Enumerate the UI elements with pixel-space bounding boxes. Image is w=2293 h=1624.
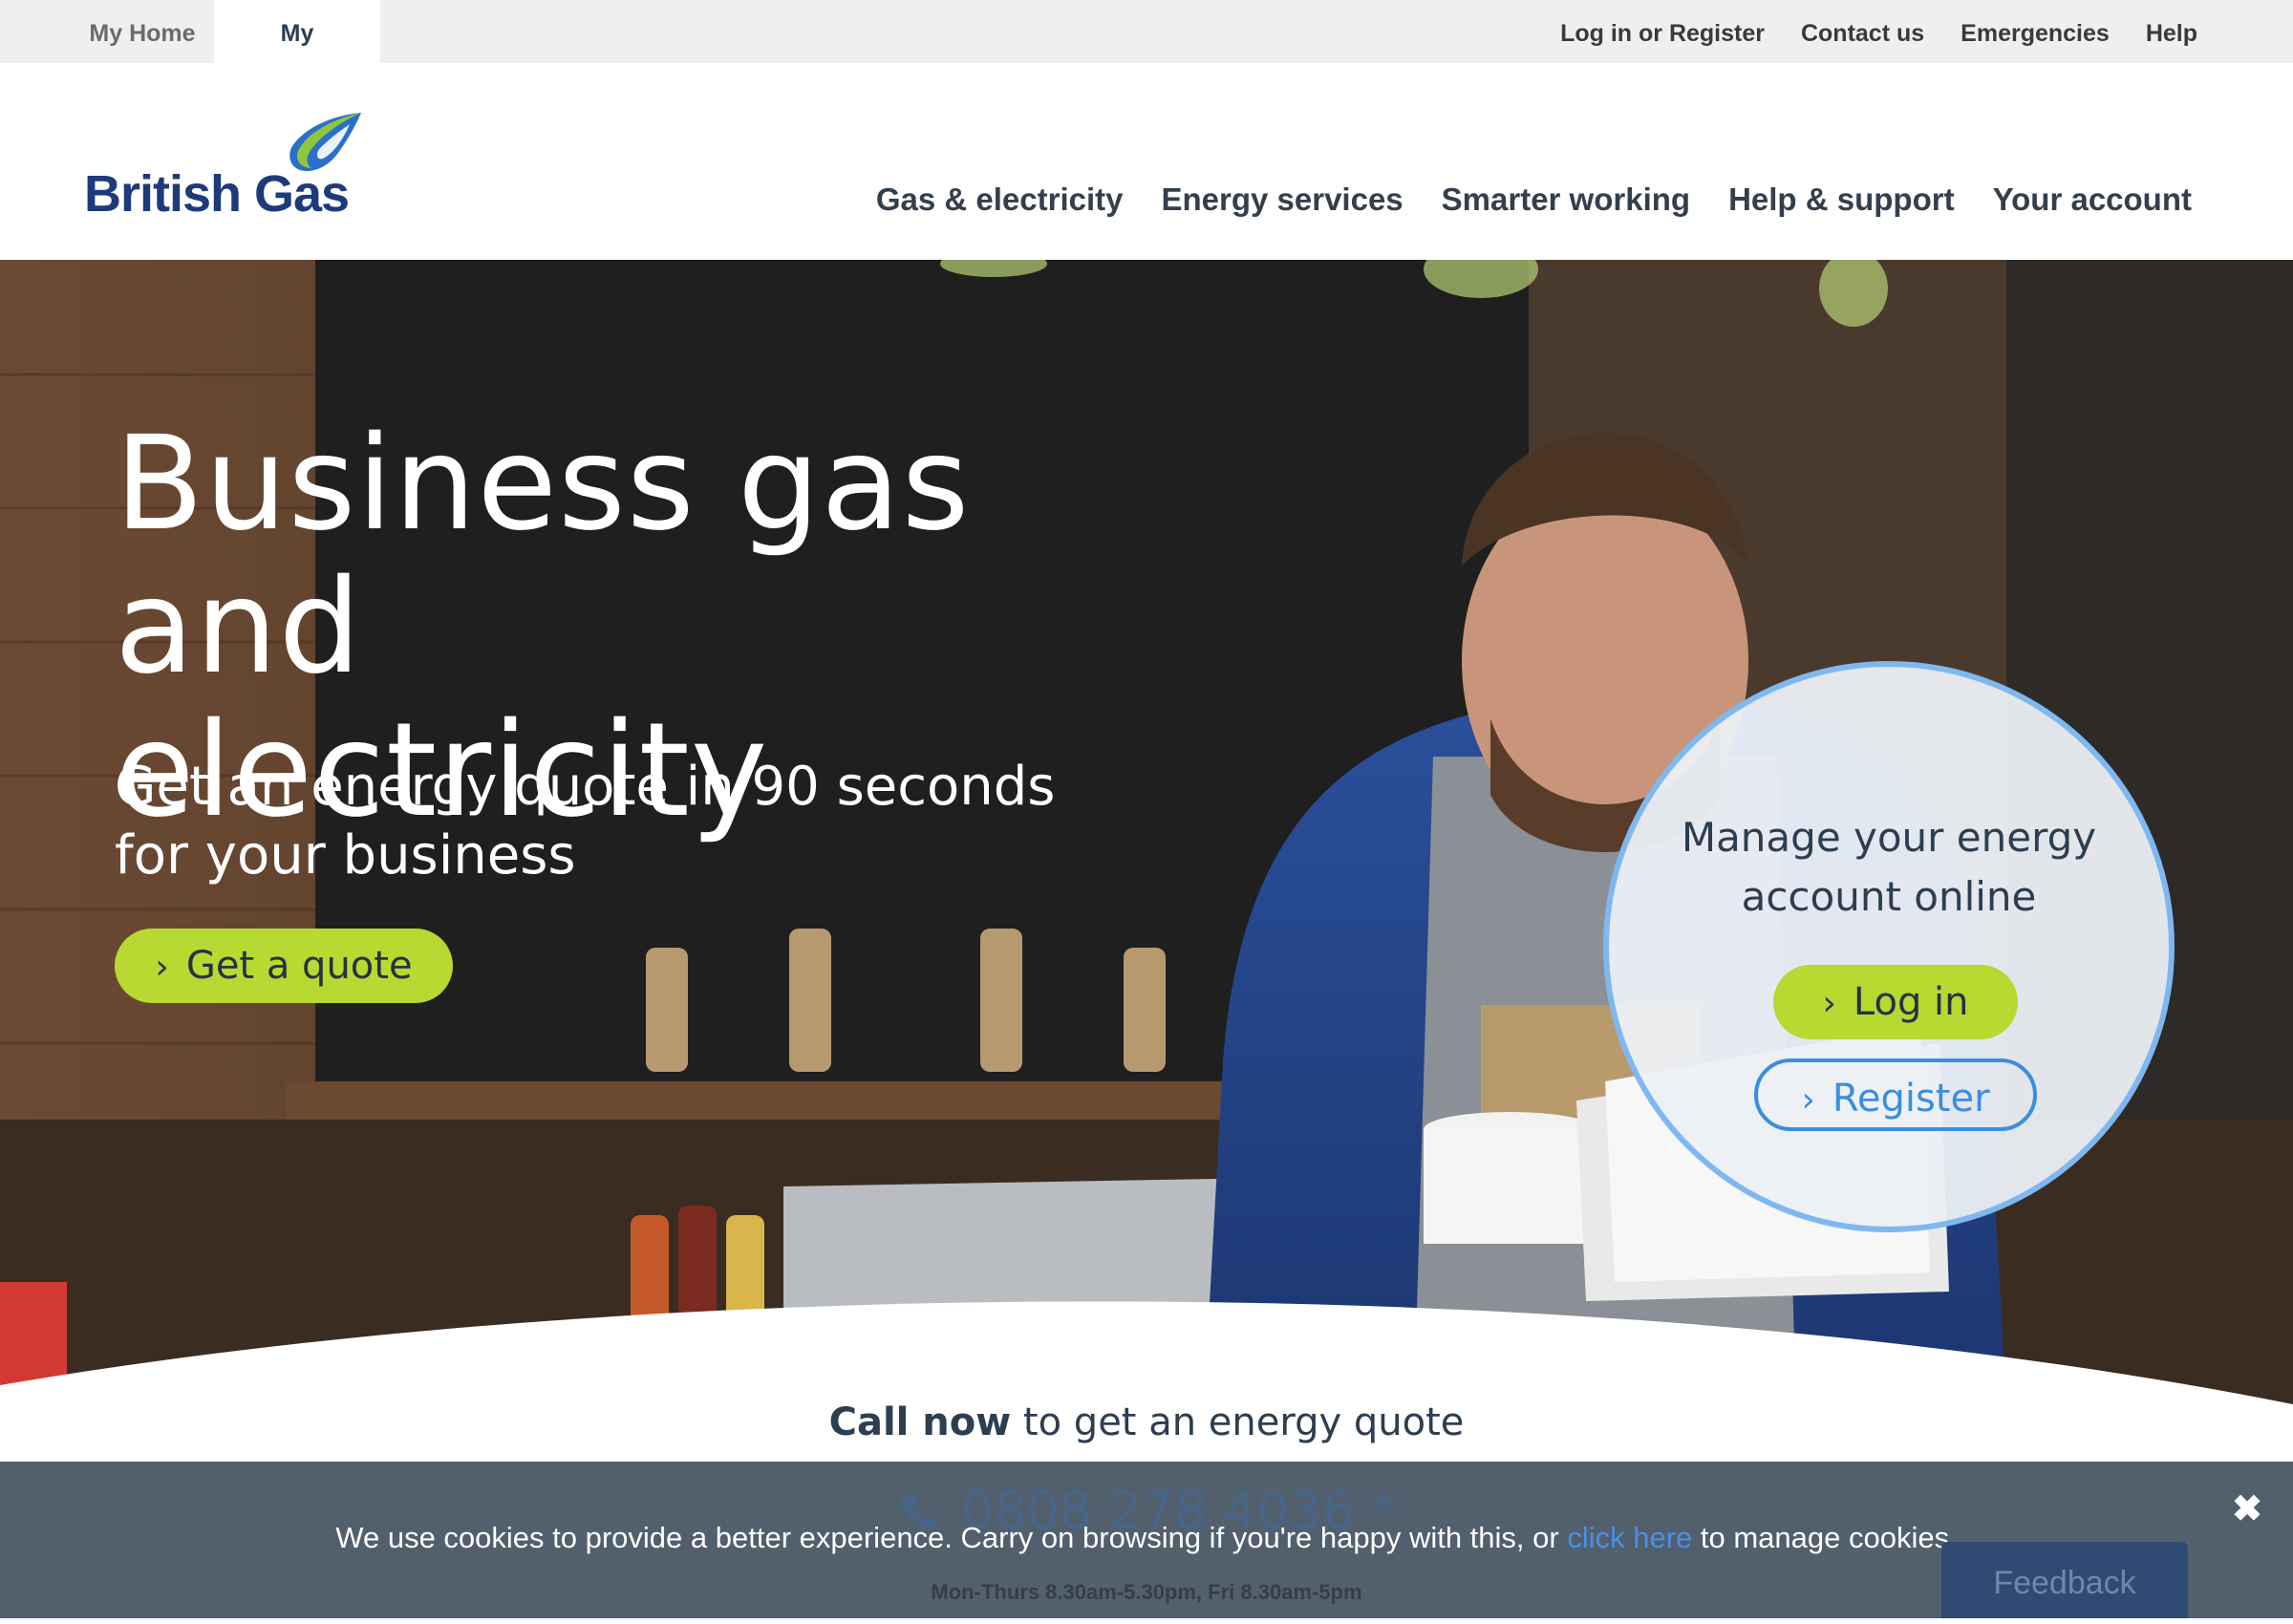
cookie-bar: 0808 278 4036 * We use cookies to provid…: [0, 1462, 2293, 1618]
login-button[interactable]: › Log in: [1773, 965, 2018, 1039]
account-panel-heading: Manage your energy account online: [1681, 814, 2097, 920]
tab-my-business[interactable]: My Business: [214, 0, 380, 114]
account-panel: Manage your energy account online › Log i…: [1603, 661, 2175, 1232]
nav-energy-services[interactable]: Energy services: [1161, 182, 1403, 218]
emergencies-link[interactable]: Emergencies: [1961, 0, 2110, 63]
utility-links: Log in or Register Contact us Emergencie…: [1560, 0, 2197, 63]
hero-banner: Business gas and electricity Get an ener…: [0, 260, 2293, 1406]
hero-subtitle: Get an energy quote in 90 seconds for yo…: [115, 756, 1056, 887]
chevron-right-icon: ›: [1801, 1080, 1815, 1120]
chevron-right-icon: ›: [1822, 984, 1836, 1023]
login-label: Log in: [1853, 980, 1969, 1024]
logo-text: British Gas: [84, 165, 350, 223]
utility-bar: My Home My Business Log in or Register C…: [0, 0, 2293, 114]
nav-gas-electricity[interactable]: Gas & electricity: [876, 182, 1124, 218]
british-gas-logo[interactable]: British Gas: [84, 111, 371, 235]
chevron-right-icon: ›: [155, 948, 169, 987]
call-now-text: to get an energy quote: [1011, 1400, 1465, 1444]
tab-my-home[interactable]: My Home: [71, 0, 214, 63]
contact-us-link[interactable]: Contact us: [1801, 0, 1924, 63]
main-nav: Gas & electricity Energy services Smarte…: [876, 182, 2192, 218]
cookie-message-after: to manage cookies.: [1692, 1521, 1958, 1554]
cookie-message-before: We use cookies to provide a better exper…: [335, 1521, 1568, 1554]
nav-help-support[interactable]: Help & support: [1728, 182, 1955, 218]
nav-smarter-working[interactable]: Smarter working: [1442, 182, 1690, 218]
help-link[interactable]: Help: [2146, 0, 2197, 63]
login-register-link[interactable]: Log in or Register: [1560, 0, 1765, 63]
feedback-button[interactable]: Feedback: [1941, 1542, 2188, 1618]
register-label: Register: [1832, 1077, 1990, 1121]
cookie-manage-link[interactable]: click here: [1567, 1521, 1692, 1554]
call-now-emphasis: Call now: [828, 1400, 1012, 1444]
call-now-heading: Call now to get an energy quote: [0, 1400, 2293, 1444]
register-button[interactable]: › Register: [1754, 1058, 2037, 1131]
site-header: British Gas Gas & electricity Energy ser…: [0, 63, 2293, 260]
get-a-quote-label: Get a quote: [185, 944, 413, 988]
nav-your-account[interactable]: Your account: [1993, 182, 2192, 218]
hero-title-line-1: Business gas and: [115, 409, 971, 703]
close-icon[interactable]: ✖: [2230, 1491, 2264, 1528]
get-a-quote-button[interactable]: › Get a quote: [115, 929, 453, 1003]
